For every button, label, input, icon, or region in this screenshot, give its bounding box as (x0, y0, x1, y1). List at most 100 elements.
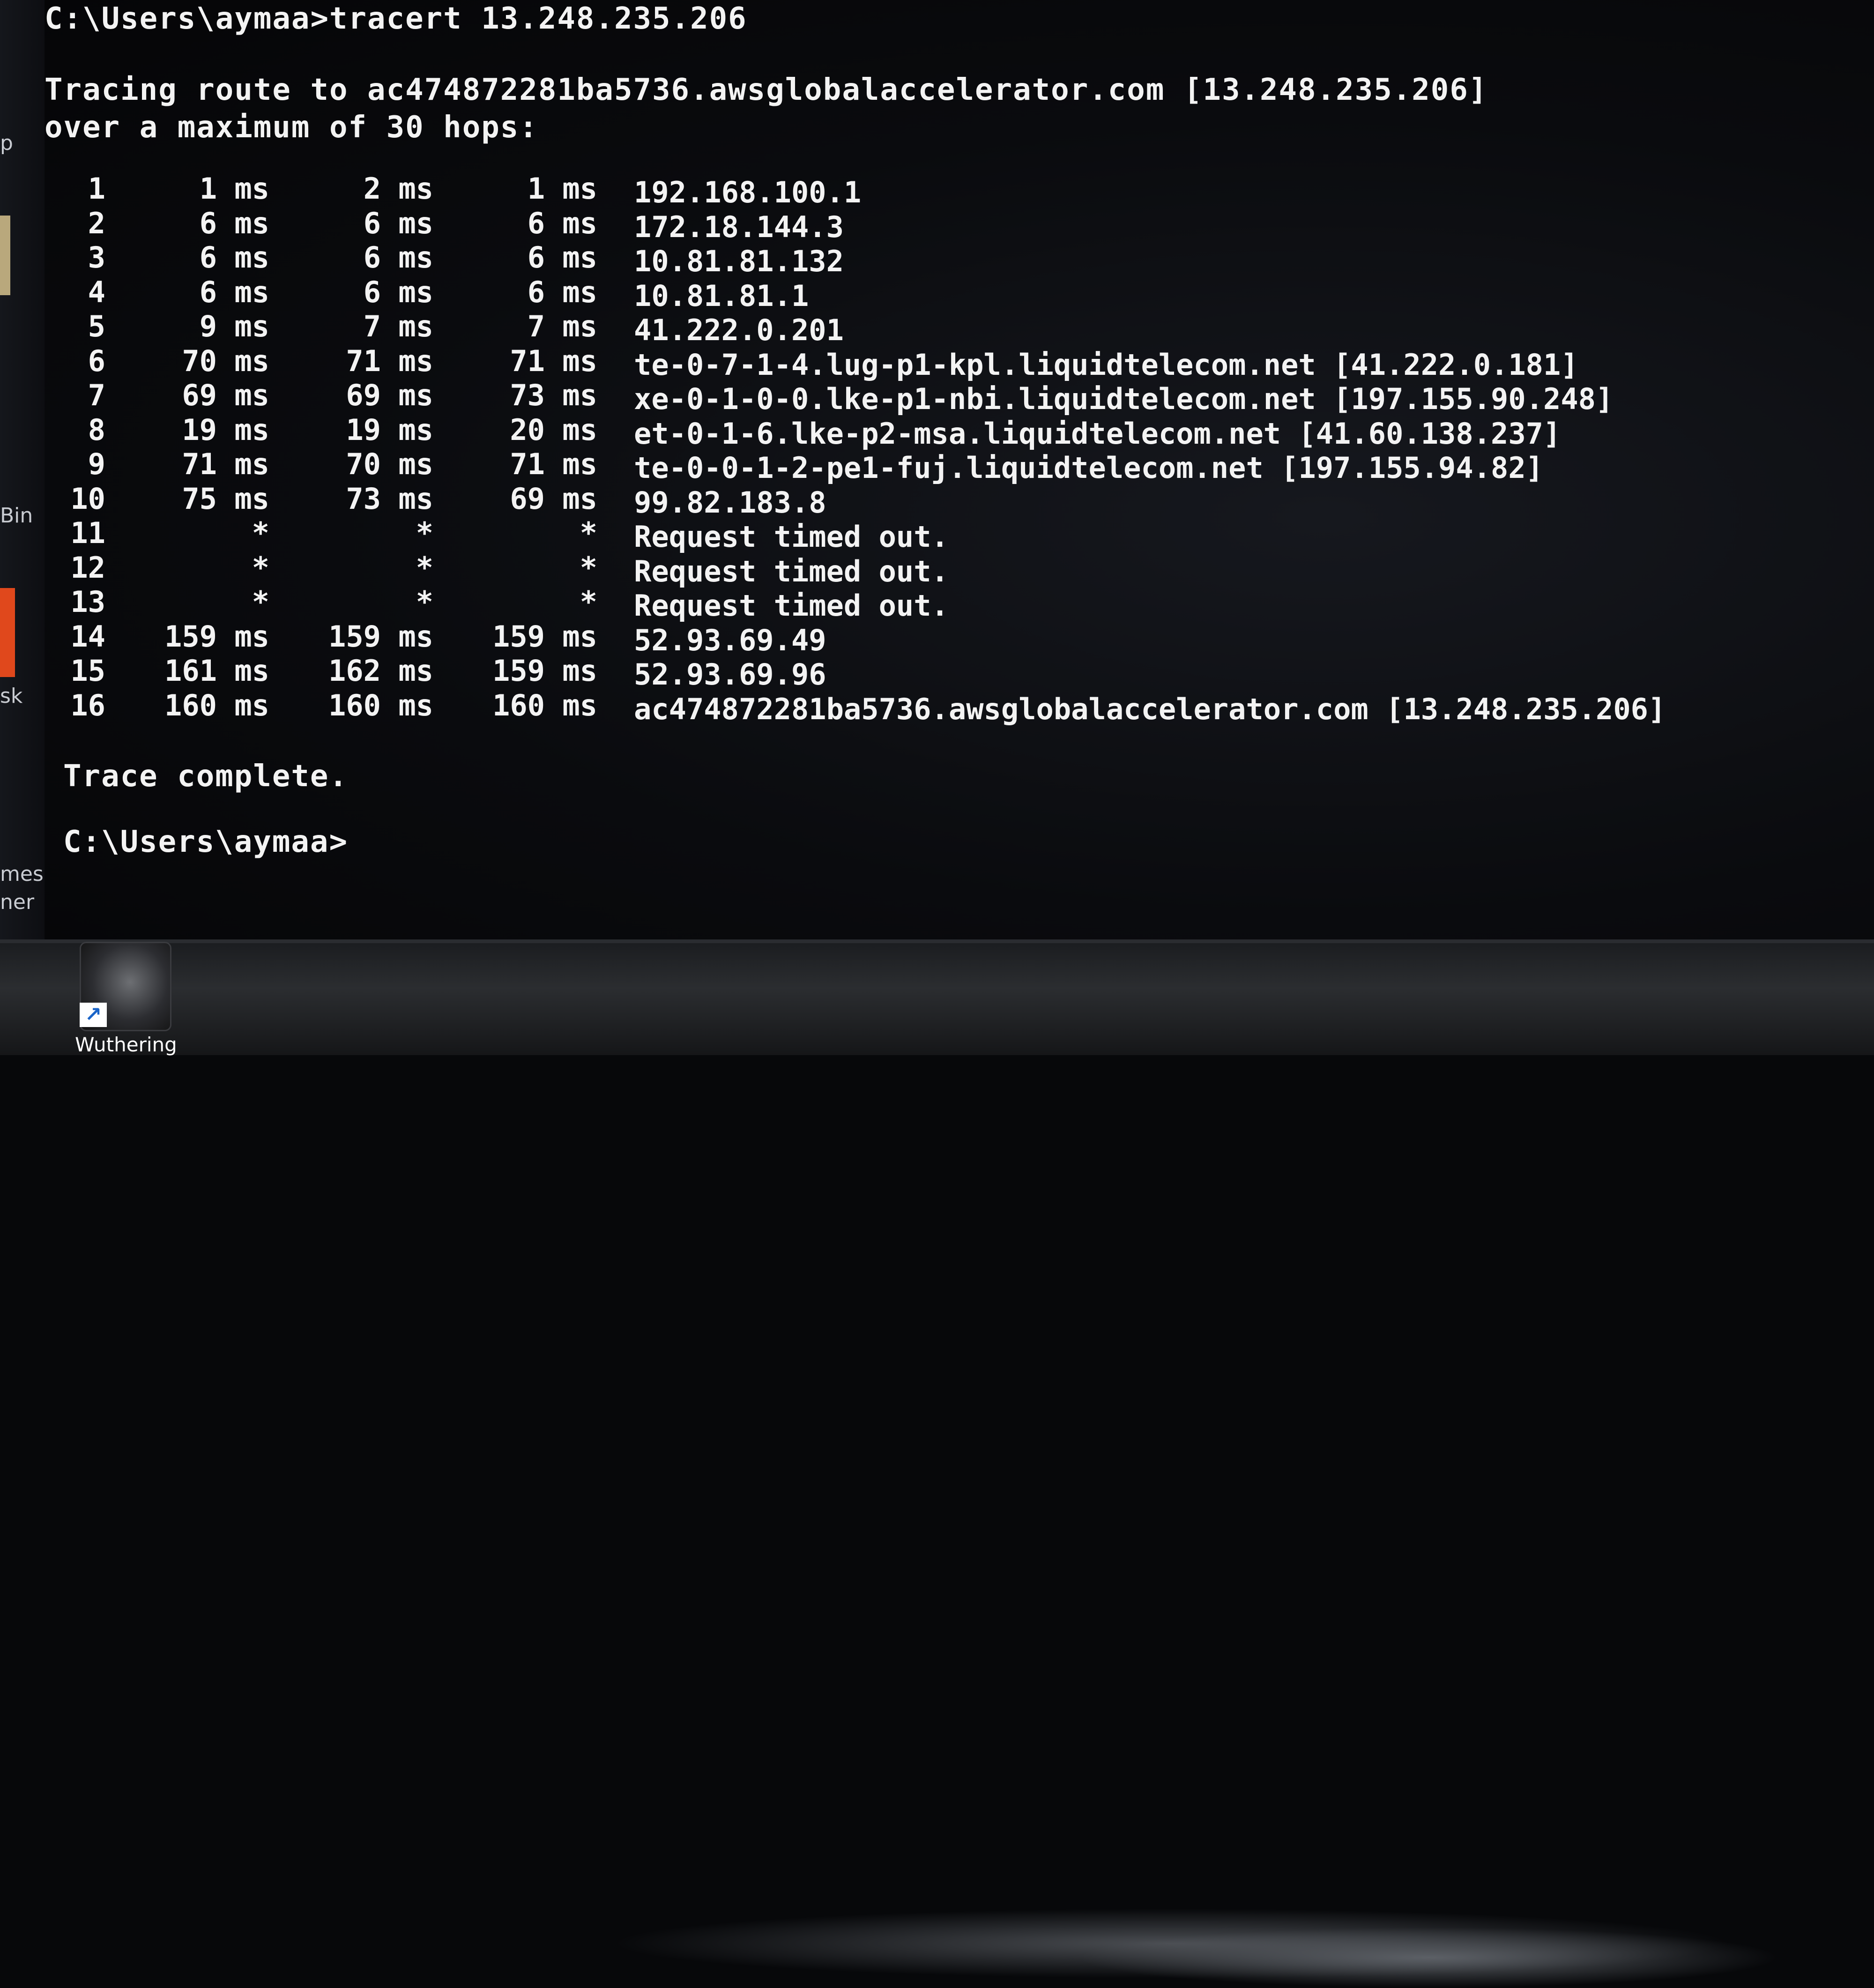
hop-number: 6 (88, 344, 105, 378)
hop-latency: 69 ms (510, 482, 597, 516)
hop-latency: 6 ms (527, 275, 597, 309)
shortcut-arrow-icon: ↗ (80, 1003, 107, 1027)
desktop-label-fragment: p (0, 131, 13, 155)
hop-number: 8 (88, 413, 105, 447)
hop-host: 172.18.144.3 (634, 210, 844, 244)
hop-latency: 19 ms (346, 413, 433, 447)
hop-host: et-0-1-6.lke-p2-msa.liquidtelecom.net [4… (634, 417, 1561, 451)
hop-latency: * (416, 551, 433, 585)
hop-number: 7 (88, 378, 105, 412)
hop-latency: 160 ms (328, 688, 433, 722)
desktop-label-fragment: Bin (0, 504, 33, 528)
hop-number: 4 (88, 275, 105, 309)
desktop-shortcut-wuthering[interactable]: ↗ Wuthering (75, 942, 177, 1056)
hop-latency: * (416, 585, 433, 619)
hop-latency: * (416, 516, 433, 550)
hop-host: Request timed out. (634, 520, 949, 554)
hop-latency: 69 ms (346, 378, 433, 412)
hop-latency: * (580, 551, 597, 585)
hop-latency: 6 ms (363, 240, 433, 275)
command-prompt[interactable]: C:\Users\aymaa> (63, 827, 348, 857)
command-line: C:\Users\aymaa>tracert 13.248.235.206 (45, 1, 747, 36)
hop-latency: * (252, 551, 269, 585)
desktop-shortcut-label: Wuthering (75, 1033, 177, 1056)
hop-latency: 159 ms (492, 654, 597, 688)
hop-number: 5 (88, 309, 105, 343)
hop-host: 52.93.69.49 (634, 623, 826, 657)
hop-latency: 70 ms (182, 344, 269, 378)
hop-latency: 2 ms (363, 171, 433, 206)
hop-number: 16 (70, 688, 105, 722)
hop-number: 10 (70, 482, 105, 516)
desktop-label-fragment: ner (0, 890, 35, 914)
hop-host: Request timed out. (634, 588, 949, 623)
hop-latency: 71 ms (182, 447, 269, 481)
trace-complete-message: Trace complete. (63, 759, 348, 794)
window-bottom-edge (0, 939, 1874, 943)
hop-latency: 70 ms (346, 447, 433, 481)
hop-latency: 159 ms (328, 619, 433, 654)
desktop-icon-fragment[interactable] (0, 216, 10, 295)
hop-latency: 73 ms (510, 378, 597, 412)
hop-latency: 6 ms (363, 275, 433, 309)
hop-host: te-0-7-1-4.lug-p1-kpl.liquidtelecom.net … (634, 348, 1578, 382)
hop-host: Request timed out. (634, 554, 949, 588)
hop-latency: * (252, 585, 269, 619)
hop-latency: 20 ms (510, 413, 597, 447)
hop-latency: 19 ms (182, 413, 269, 447)
desktop-label-fragment: mes (0, 862, 44, 886)
hop-latency: 73 ms (346, 482, 433, 516)
hop-host: 10.81.81.1 (634, 279, 809, 313)
hop-latency: * (580, 516, 597, 550)
hop-latency: 6 ms (527, 206, 597, 240)
desktop-icon-fragment-orange[interactable] (0, 588, 15, 677)
hop-latency: 1 ms (527, 171, 597, 206)
hop-latency: 159 ms (164, 619, 269, 654)
hop-number: 2 (88, 206, 105, 240)
hop-latency: 7 ms (363, 309, 433, 343)
desktop-label-fragment: sk (0, 684, 23, 708)
hop-latency: 6 ms (199, 275, 269, 309)
desktop-wallpaper (0, 943, 1874, 1988)
hop-latency: 71 ms (346, 344, 433, 378)
hop-latency: 71 ms (510, 447, 597, 481)
desktop-left-edge: p Bin sk mes ner ile (0, 0, 45, 1055)
hop-number: 3 (88, 240, 105, 275)
hop-latency: * (580, 585, 597, 619)
hop-latency: * (252, 516, 269, 550)
wallpaper-wave (1078, 1927, 1780, 1988)
hop-host: ac474872281ba5736.awsglobalaccelerator.c… (634, 692, 1666, 726)
hop-latency: 6 ms (527, 240, 597, 275)
command-prompt-window[interactable]: C:\Users\aymaa>tracert 13.248.235.206 Tr… (45, 0, 1874, 939)
hop-latency: 7 ms (527, 309, 597, 343)
hop-latency: 161 ms (164, 654, 269, 688)
hop-latency: 159 ms (492, 619, 597, 654)
hop-latency: 9 ms (199, 309, 269, 343)
hop-number: 12 (70, 551, 105, 585)
hop-latency: 162 ms (328, 654, 433, 688)
hop-host: 99.82.183.8 (634, 485, 826, 520)
hop-host: 52.93.69.96 (634, 657, 826, 692)
trace-header-line: over a maximum of 30 hops: (45, 110, 538, 145)
hop-latency: 75 ms (182, 482, 269, 516)
hop-latency: 1 ms (199, 171, 269, 206)
hop-latency: 6 ms (199, 206, 269, 240)
hop-number: 11 (70, 516, 105, 550)
hop-number: 9 (88, 447, 105, 481)
hop-host: te-0-0-1-2-pe1-fuj.liquidtelecom.net [19… (634, 451, 1544, 485)
hop-host: 41.222.0.201 (634, 313, 844, 347)
trace-header-line: Tracing route to ac474872281ba5736.awsgl… (45, 73, 1488, 107)
hop-latency: 71 ms (510, 344, 597, 378)
hop-host: 192.168.100.1 (634, 175, 862, 209)
hop-number: 1 (88, 171, 105, 206)
hop-number: 15 (70, 654, 105, 688)
hop-host: 10.81.81.132 (634, 244, 844, 278)
hop-host: xe-0-1-0-0.lke-p1-nbi.liquidtelecom.net … (634, 382, 1614, 416)
hop-latency: 160 ms (492, 688, 597, 722)
hop-latency: 6 ms (363, 206, 433, 240)
hop-number: 13 (70, 585, 105, 619)
hop-number: 14 (70, 619, 105, 654)
hop-latency: 69 ms (182, 378, 269, 412)
hop-latency: 6 ms (199, 240, 269, 275)
hop-latency: 160 ms (164, 688, 269, 722)
